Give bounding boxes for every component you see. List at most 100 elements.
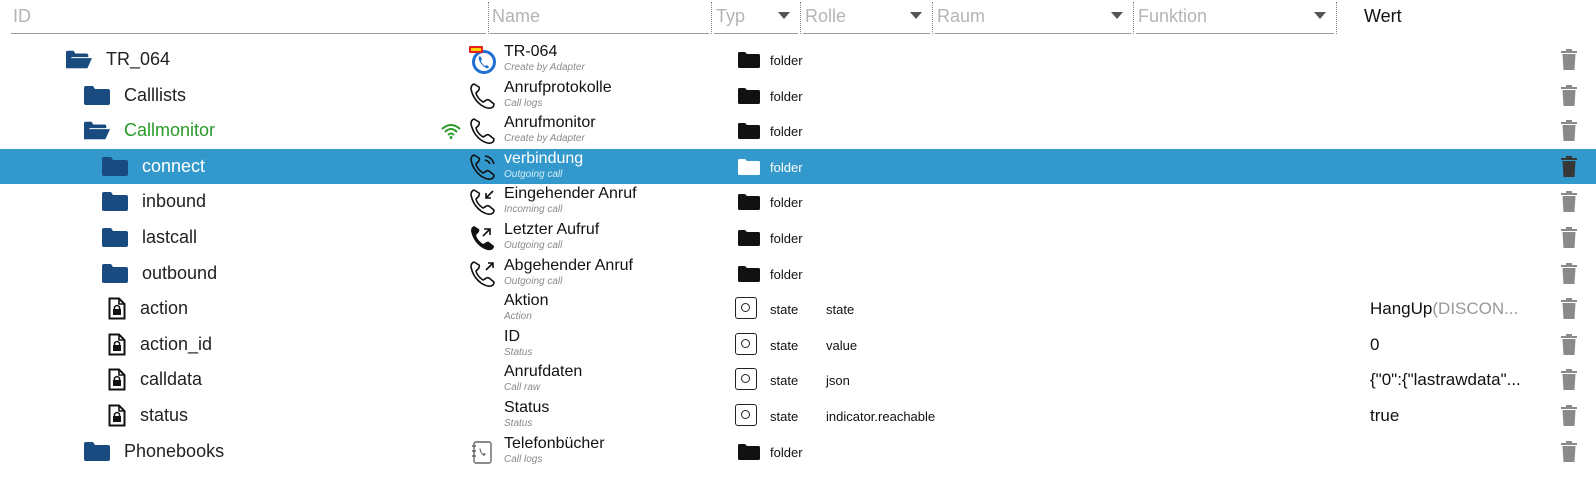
delete-icon[interactable] xyxy=(1561,156,1577,177)
phone-icon xyxy=(470,82,495,109)
phone-icon xyxy=(470,118,495,145)
connected-wifi-icon xyxy=(441,124,461,140)
object-id: status xyxy=(140,405,189,425)
object-id: lastcall xyxy=(142,227,198,247)
folder-icon[interactable] xyxy=(102,228,128,247)
role-filter[interactable]: Rolle xyxy=(803,0,930,34)
object-description: Outgoing call xyxy=(504,168,563,180)
delete-icon[interactable] xyxy=(1561,369,1577,390)
last-call-phone-icon xyxy=(471,226,494,251)
object-value[interactable]: HangUp(DISCON... xyxy=(1370,299,1518,319)
object-type: folder xyxy=(770,266,803,282)
folder-icon[interactable] xyxy=(102,264,128,283)
table-row[interactable]: calldata Anrufdaten Call raw state json {"0":… xyxy=(0,362,1596,398)
table-row[interactable]: lastcall Letzter Aufruf Outgoing call folde… xyxy=(0,220,1596,256)
folder-type-icon xyxy=(738,230,760,246)
folder-icon[interactable] xyxy=(102,157,128,176)
object-type: folder xyxy=(770,124,803,140)
object-name: Anrufmonitor xyxy=(504,114,596,132)
room-filter[interactable]: Raum xyxy=(935,0,1131,34)
type-filter[interactable]: Typ xyxy=(714,0,798,34)
delete-icon[interactable] xyxy=(1561,191,1577,212)
object-description: Outgoing call xyxy=(504,275,563,287)
object-description: Status xyxy=(504,346,533,358)
column-divider[interactable] xyxy=(1133,2,1134,34)
object-value[interactable]: true xyxy=(1370,406,1399,426)
folder-type-icon xyxy=(738,123,760,139)
table-row[interactable]: outbound Abgehender Anruf Outgoing call fol… xyxy=(0,256,1596,292)
function-filter[interactable]: Funktion xyxy=(1136,0,1334,34)
delete-icon[interactable] xyxy=(1561,334,1577,355)
locked-file-icon xyxy=(108,297,126,320)
table-row[interactable]: action_id ID Status state value 0 xyxy=(0,327,1596,363)
object-type: folder xyxy=(770,159,803,175)
incoming-call-icon xyxy=(470,189,495,216)
object-value[interactable]: {"0":{"lastrawdata"... xyxy=(1370,370,1521,390)
object-name: verbindung xyxy=(504,149,584,167)
object-id: action xyxy=(140,298,189,319)
table-row[interactable]: inbound Eingehender Anruf Incoming call fol… xyxy=(0,184,1596,220)
object-description: Outgoing call xyxy=(504,240,563,251)
column-divider[interactable] xyxy=(711,2,712,34)
state-type-icon xyxy=(735,332,757,355)
delete-icon[interactable] xyxy=(1561,49,1577,70)
value-extra-text: (DISCON... xyxy=(1432,299,1519,319)
folder-type-icon xyxy=(738,444,760,460)
object-id: connect xyxy=(142,155,206,176)
folder-icon[interactable] xyxy=(102,192,128,211)
table-row[interactable]: Calllists Anrufprotokolle Call logs folder xyxy=(0,78,1596,114)
table-row[interactable]: connect verbindung Outgoing call folder xyxy=(0,148,1596,185)
id-filter-label: ID xyxy=(13,6,31,26)
object-type: state xyxy=(770,302,799,318)
delete-icon[interactable] xyxy=(1561,298,1577,319)
delete-icon[interactable] xyxy=(1561,263,1577,284)
chevron-down-icon xyxy=(910,12,922,19)
object-name: TR-064 xyxy=(504,43,558,60)
delete-icon[interactable] xyxy=(1561,405,1577,426)
object-role: indicator.reachable xyxy=(826,409,936,424)
folder-open-icon[interactable] xyxy=(66,50,92,69)
object-type: folder xyxy=(770,444,803,460)
column-divider[interactable] xyxy=(1336,2,1337,34)
object-id: Phonebooks xyxy=(124,440,225,461)
name-filter[interactable]: Name xyxy=(490,0,709,34)
folder-icon[interactable] xyxy=(84,86,110,105)
column-divider[interactable] xyxy=(488,2,489,34)
room-filter-label: Raum xyxy=(937,6,986,26)
object-value[interactable]: 0 xyxy=(1370,335,1379,355)
column-divider[interactable] xyxy=(932,2,933,34)
folder-icon[interactable] xyxy=(84,442,110,461)
table-row[interactable]: Phonebooks Telefonbücher Call logs folder xyxy=(0,434,1596,470)
delete-icon[interactable] xyxy=(1561,441,1577,462)
object-type: state xyxy=(770,373,799,389)
table-row[interactable]: Callmonitor Anrufmonitor Create by Adapter… xyxy=(0,113,1596,149)
object-role: value xyxy=(826,337,858,353)
object-id: calldata xyxy=(140,369,203,390)
object-description: Call raw xyxy=(504,382,541,394)
object-name: Letzter Aufruf xyxy=(504,221,600,238)
id-filter[interactable]: ID xyxy=(11,0,486,34)
value-text: {"0":{"lastrawdata"... xyxy=(1370,370,1521,390)
table-row[interactable]: status Status Status state indicator.reachab… xyxy=(0,398,1596,434)
folder-open-icon[interactable] xyxy=(84,121,110,140)
object-id: Callmonitor xyxy=(124,120,216,141)
object-name: Anrufdaten xyxy=(504,363,583,381)
table-row[interactable]: action Aktion Action state state HangUp(DISCO… xyxy=(0,291,1596,327)
object-name: Telefonbücher xyxy=(504,434,605,452)
locked-file-icon xyxy=(108,404,126,427)
object-type: folder xyxy=(770,88,803,104)
delete-icon[interactable] xyxy=(1561,120,1577,141)
locked-file-icon xyxy=(108,368,126,391)
function-filter-label: Funktion xyxy=(1138,6,1208,26)
folder-type-icon xyxy=(738,52,760,68)
object-name: Anrufprotokolle xyxy=(504,78,612,96)
value-text: true xyxy=(1370,406,1400,425)
delete-icon[interactable] xyxy=(1561,85,1577,106)
table-row[interactable]: TR_064 TR-064 Create by Adapter folder xyxy=(0,42,1596,78)
delete-icon[interactable] xyxy=(1561,227,1577,248)
column-divider[interactable] xyxy=(800,2,801,34)
state-type-icon xyxy=(735,297,757,320)
object-type: state xyxy=(770,409,799,424)
table-header: ID Name Typ Rolle Raum Funktion Wert xyxy=(0,0,1596,36)
chevron-down-icon xyxy=(1314,12,1326,19)
